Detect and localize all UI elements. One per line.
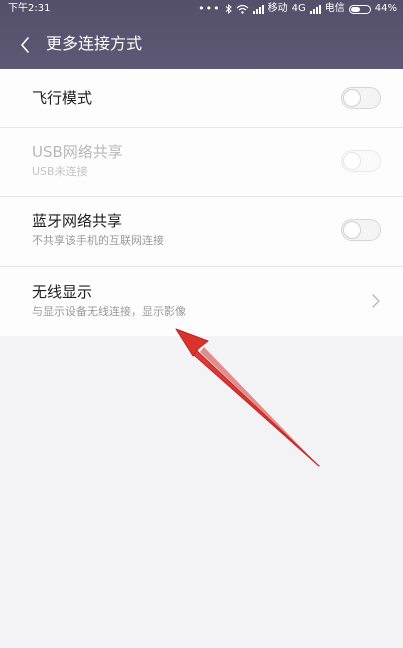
bluetooth-tethering-toggle[interactable] xyxy=(341,219,381,241)
status-icons: ••• 移动 4G 电信 44% xyxy=(198,0,397,18)
settings-list: 飞行模式 USB网络共享 USB未连接 蓝牙网络共享 不共享该手机的互联网连接 … xyxy=(0,69,403,336)
carrier-1-label: 移动 xyxy=(267,3,288,14)
setting-subtitle: 不共享该手机的互联网连接 xyxy=(32,234,164,247)
wifi-icon xyxy=(236,4,249,14)
more-dots-icon: ••• xyxy=(198,2,221,15)
status-bar: 下午2:31 ••• 移动 4G 电信 44% xyxy=(0,0,403,18)
airplane-mode-toggle[interactable] xyxy=(341,87,381,109)
network-type-label: 4G xyxy=(291,3,306,14)
setting-row-bluetooth-tethering[interactable]: 蓝牙网络共享 不共享该手机的互联网连接 xyxy=(0,197,403,267)
toggle-knob xyxy=(343,152,361,170)
page-title: 更多连接方式 xyxy=(46,34,143,53)
usb-tethering-toggle[interactable] xyxy=(341,150,381,172)
chevron-right-icon xyxy=(369,291,383,311)
setting-title: 蓝牙网络共享 xyxy=(32,212,123,230)
battery-percent: 44% xyxy=(374,3,397,14)
bluetooth-icon xyxy=(225,4,232,14)
setting-row-airplane-mode[interactable]: 飞行模式 xyxy=(0,69,403,128)
setting-subtitle: USB未连接 xyxy=(32,165,88,178)
battery-icon xyxy=(348,4,371,14)
back-button[interactable] xyxy=(10,30,40,60)
toggle-knob xyxy=(343,221,361,239)
nav-bar: 更多连接方式 xyxy=(0,22,403,67)
setting-title: 无线显示 xyxy=(32,283,93,301)
status-time: 下午2:31 xyxy=(8,3,51,14)
signal-icon-1 xyxy=(252,4,264,14)
top-bar: 下午2:31 ••• 移动 4G 电信 44% 更多连接方式 xyxy=(0,0,403,69)
signal-icon-2 xyxy=(309,4,321,14)
setting-row-usb-tethering[interactable]: USB网络共享 USB未连接 xyxy=(0,128,403,197)
toggle-knob xyxy=(343,89,361,107)
carrier-2-label: 电信 xyxy=(324,3,345,14)
setting-row-wireless-display[interactable]: 无线显示 与显示设备无线连接，显示影像 xyxy=(0,267,403,336)
setting-title: 飞行模式 xyxy=(32,89,93,107)
setting-title: USB网络共享 xyxy=(32,143,123,161)
chevron-left-icon xyxy=(21,37,29,53)
setting-subtitle: 与显示设备无线连接，显示影像 xyxy=(32,305,186,318)
